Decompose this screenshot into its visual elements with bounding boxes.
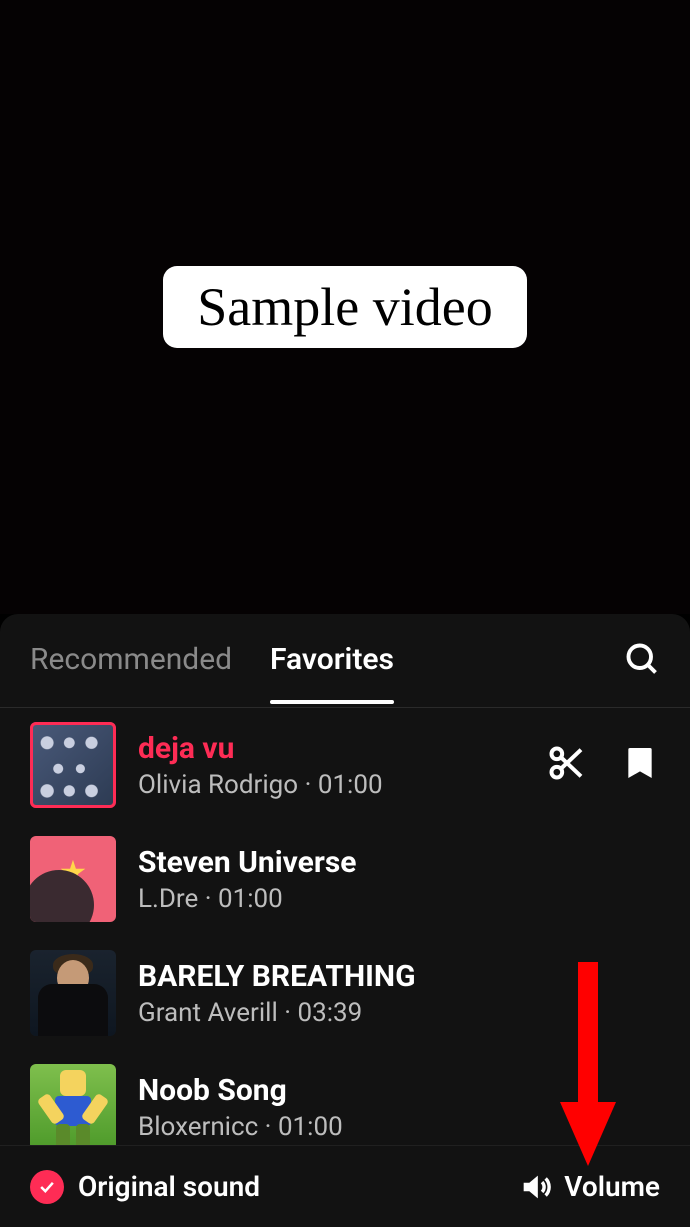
track-subtitle: L.Dre · 01:00	[138, 884, 660, 914]
track-title: Steven Universe	[138, 845, 660, 880]
search-icon	[624, 641, 660, 677]
track-row[interactable]: ★ Steven Universe L.Dre · 01:00	[0, 822, 690, 936]
track-cover	[30, 722, 116, 808]
original-sound-label: Original sound	[78, 1170, 260, 1203]
track-title: Noob Song	[138, 1073, 660, 1108]
tab-bar: Recommended Favorites	[0, 614, 690, 708]
search-button[interactable]	[624, 641, 660, 681]
track-title: BARELY BREATHING	[138, 959, 660, 994]
trim-button[interactable]	[546, 743, 586, 787]
volume-icon	[518, 1170, 552, 1204]
original-sound-toggle[interactable]	[30, 1170, 64, 1204]
sound-picker-sheet: Recommended Favorites deja vu Olivia Rod…	[0, 614, 690, 1227]
track-title: deja vu	[138, 731, 546, 766]
track-subtitle: Olivia Rodrigo · 01:00	[138, 770, 546, 800]
track-cover: ★	[30, 836, 116, 922]
volume-label: Volume	[564, 1170, 660, 1203]
tab-favorites[interactable]: Favorites	[270, 618, 394, 703]
video-overlay-text: Sample video	[163, 266, 526, 348]
check-icon	[37, 1177, 57, 1197]
track-cover	[30, 950, 116, 1036]
track-row[interactable]: BARELY BREATHING Grant Averill · 03:39	[0, 936, 690, 1050]
bookmark-button[interactable]	[620, 743, 660, 787]
volume-button[interactable]: Volume	[518, 1170, 660, 1204]
track-cover	[30, 1064, 116, 1145]
bookmark-icon	[620, 743, 660, 783]
footer-bar: Original sound Volume	[0, 1145, 690, 1227]
track-list: deja vu Olivia Rodrigo · 01:00 ★	[0, 708, 690, 1145]
video-preview[interactable]: Sample video	[0, 0, 690, 614]
track-subtitle: Bloxernicc · 01:00	[138, 1112, 660, 1142]
track-subtitle: Grant Averill · 03:39	[138, 998, 660, 1028]
track-row[interactable]: deja vu Olivia Rodrigo · 01:00	[0, 708, 690, 822]
scissors-icon	[546, 743, 586, 783]
track-row[interactable]: Noob Song Bloxernicc · 01:00	[0, 1050, 690, 1145]
tab-recommended[interactable]: Recommended	[30, 618, 232, 703]
